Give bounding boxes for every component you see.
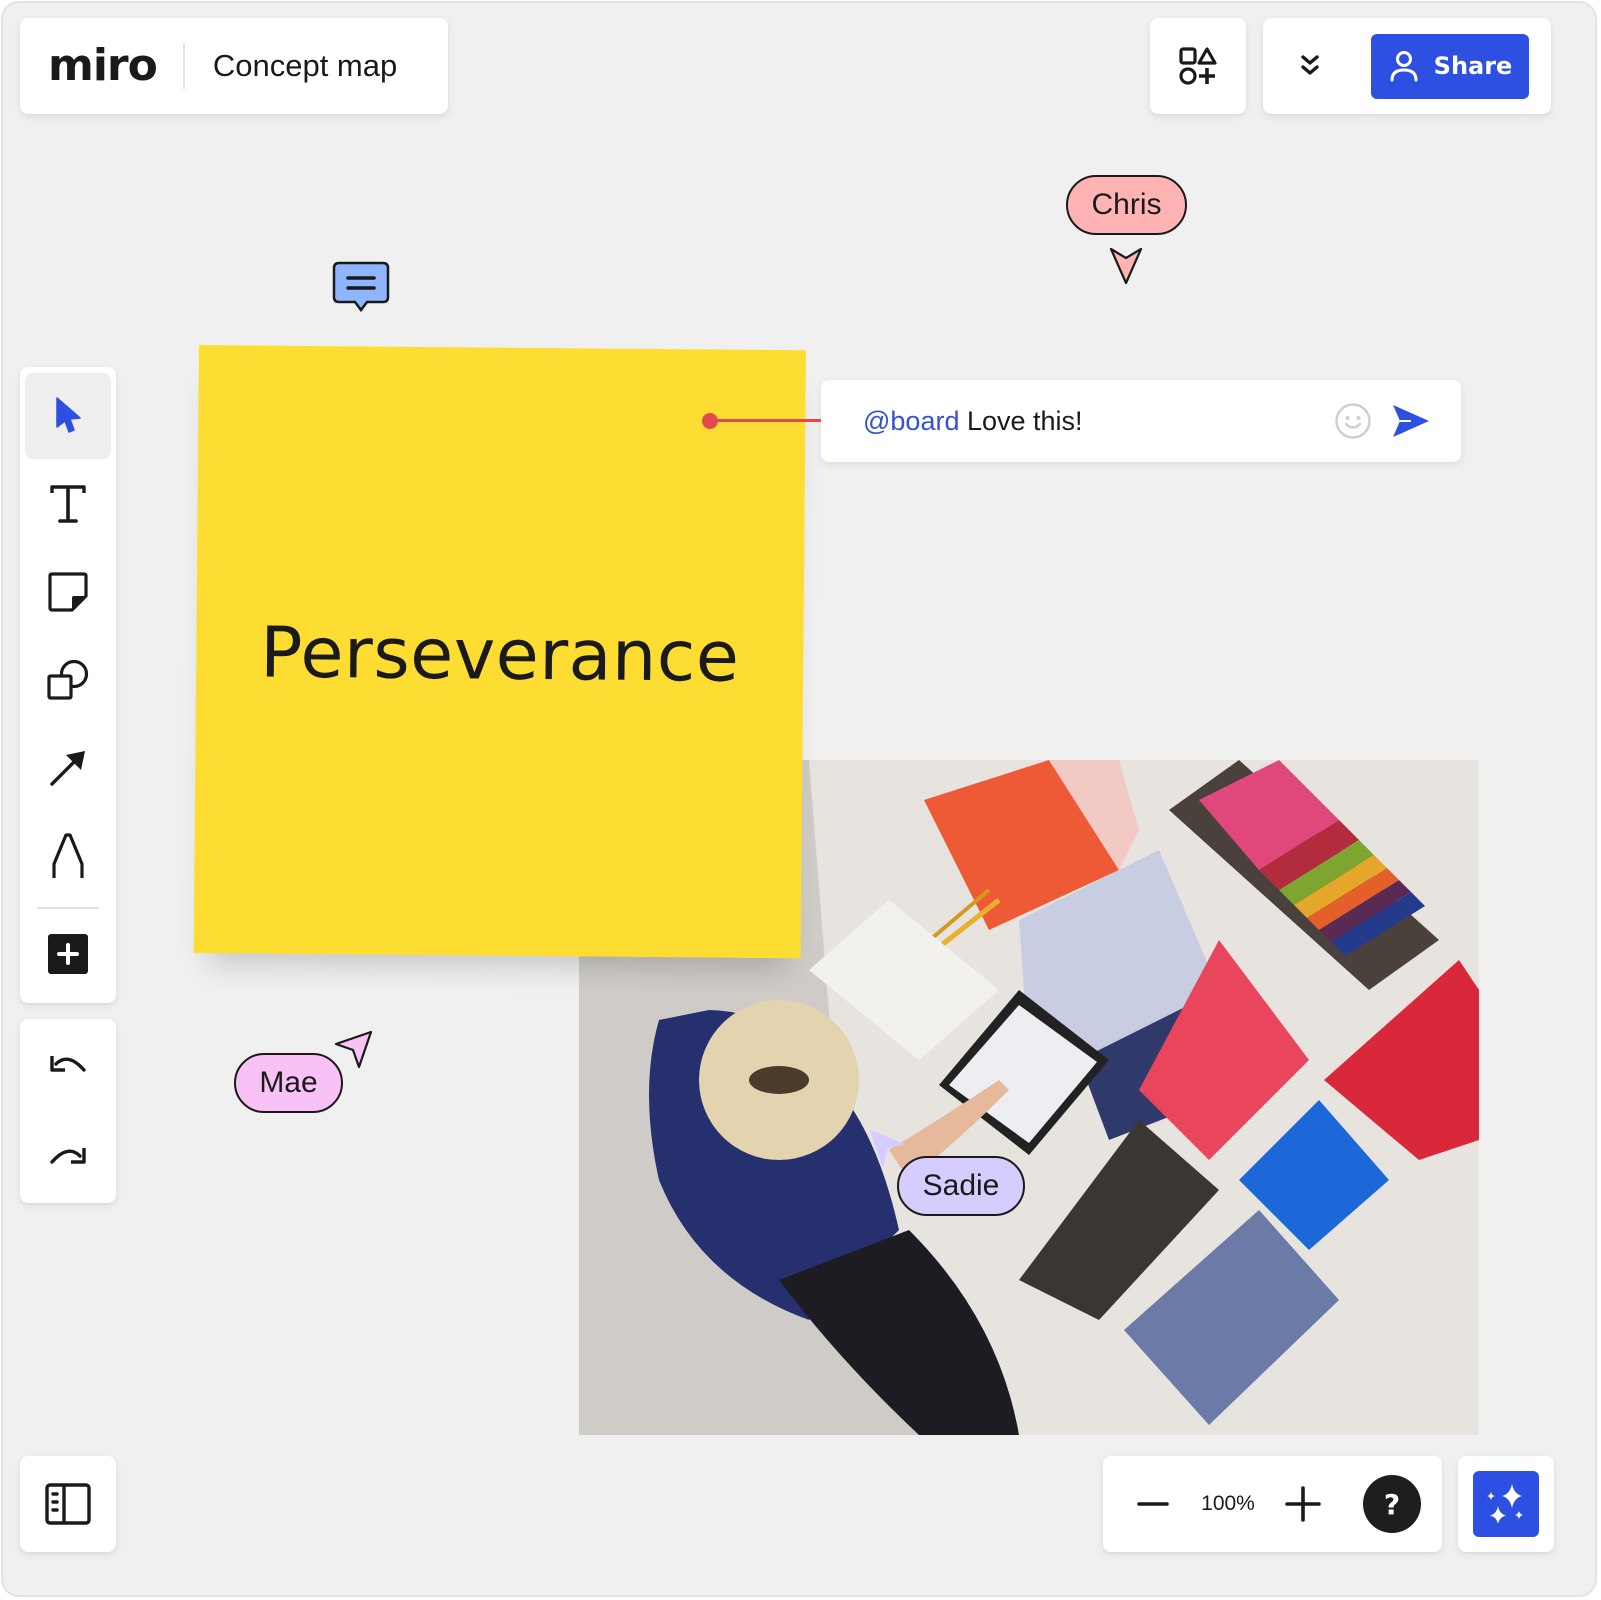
board-title[interactable]: Concept map [213,48,397,84]
tool-select[interactable] [25,373,111,459]
redo-button[interactable] [25,1116,111,1196]
help-button[interactable]: ? [1363,1475,1421,1533]
zoom-in-button[interactable] [1278,1479,1328,1529]
redo-icon [50,1148,86,1164]
sticky-note[interactable]: Perseverance [193,345,806,959]
sparkles-icon [1487,1484,1523,1524]
cursor-arrow-chris-icon [1109,247,1143,285]
minus-icon [1137,1502,1169,1506]
toolbar-divider [37,907,99,909]
miro-logo[interactable]: miro [48,44,158,88]
comment-text[interactable]: @board Love this! [863,406,1333,437]
share-label: Share [1433,52,1513,80]
zoom-out-button[interactable] [1128,1479,1178,1529]
sidebar-panel-icon [45,1483,91,1525]
history-toolbar [20,1019,116,1203]
sticky-note-text: Perseverance [259,611,740,698]
pen-icon [52,833,84,878]
tool-connection-line[interactable] [25,725,111,811]
chevron-double-down-icon [1301,55,1319,75]
tool-text[interactable] [25,461,111,547]
zoom-level[interactable]: 100% [1178,1492,1278,1516]
cursor-label-chris: Chris [1066,175,1187,235]
creation-toolbar [20,367,116,1003]
sticky-note-icon [48,572,88,612]
tool-sticky-note[interactable] [25,549,111,635]
shapes-icon [47,659,89,700]
header-divider [182,43,185,89]
tool-shapes[interactable] [25,637,111,723]
arrow-icon [50,751,85,786]
undo-icon [50,1056,86,1072]
shapes-templates-icon [1179,47,1217,85]
smiley-icon[interactable] [1333,401,1373,441]
plus-icon [48,934,88,974]
board-header: miro Concept map [20,18,448,114]
templates-button[interactable] [1150,18,1246,114]
connector-endpoint[interactable] [702,413,718,429]
plus-icon [1285,1486,1321,1522]
mention-tag[interactable]: @board [863,406,959,436]
connector-line[interactable] [715,419,823,422]
tool-more-apps[interactable] [25,919,111,989]
ai-panel [1458,1456,1554,1552]
share-button[interactable]: Share [1371,33,1529,99]
zoom-controls: 100% ? [1103,1456,1442,1552]
tool-pen[interactable] [25,813,111,899]
cursor-label-mae: Mae [234,1053,343,1113]
ai-assist-button[interactable] [1473,1471,1539,1537]
cursor-label-sadie: Sadie [897,1156,1025,1216]
board-canvas[interactable]: Perseverance @board Love this! Chris Mae… [1,1,1597,1597]
undo-button[interactable] [25,1024,111,1104]
comment-message: Love this! [959,405,1083,436]
comment-input[interactable]: @board Love this! [821,380,1461,462]
text-icon [50,485,86,523]
expand-button[interactable] [1285,41,1335,91]
cursor-arrow-mae-icon [334,1030,373,1069]
share-panel: Share [1263,18,1551,114]
cursor-icon [56,397,81,433]
comment-bubble-icon[interactable] [331,260,391,316]
cursor-arrow-sadie-icon [870,1130,904,1167]
sidebar-toggle-button[interactable] [20,1456,116,1552]
send-icon[interactable] [1389,399,1433,443]
user-icon [1390,51,1418,82]
